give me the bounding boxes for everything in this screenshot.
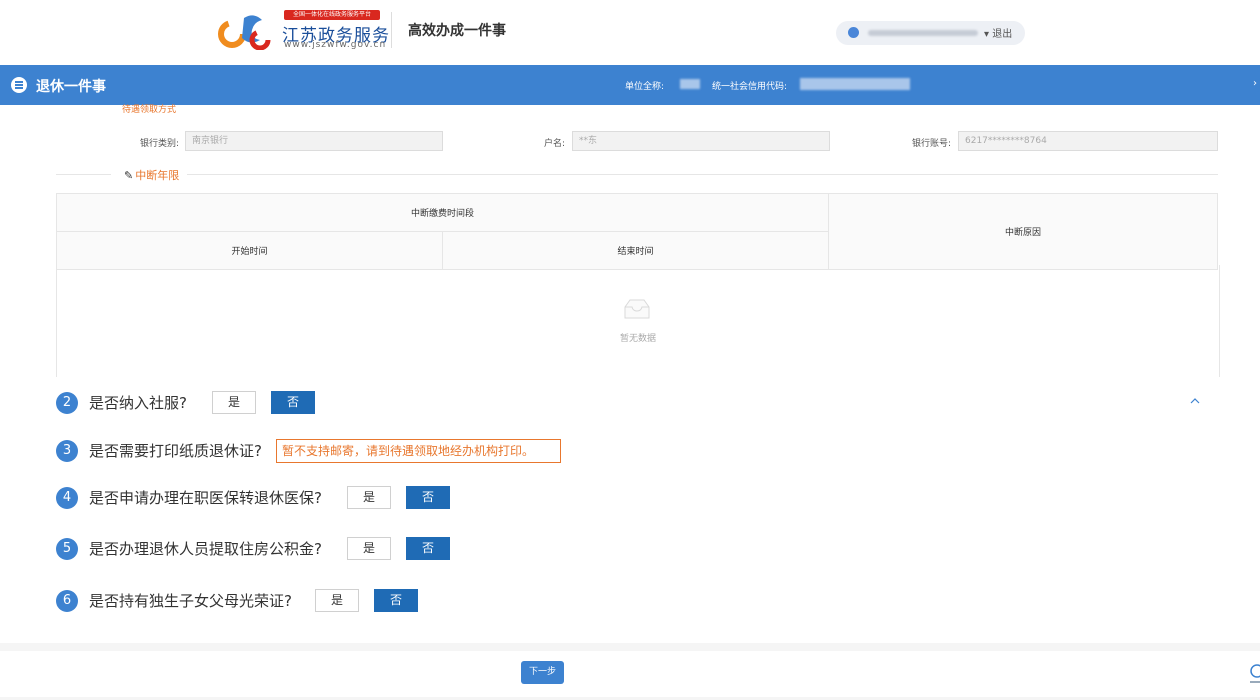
question-number: 2 xyxy=(56,392,78,414)
empty-text: 暂无数据 xyxy=(619,334,656,344)
assistant-icon[interactable] xyxy=(1248,660,1260,690)
section-divider-right xyxy=(187,174,1218,175)
account-name-input[interactable]: **东 xyxy=(572,131,830,151)
question-text: 是否办理退休人员提取住房公积金? xyxy=(89,540,322,558)
question-text: 是否纳入社服? xyxy=(89,394,187,412)
start-time-header: 开始时间 xyxy=(56,231,443,270)
notice-box: 暂不支持邮寄，请到待遇领取地经办机构打印。 xyxy=(276,439,561,463)
reason-header: 中断原因 xyxy=(828,193,1218,270)
brand-url: www.jszwfw.gov.cn xyxy=(284,40,387,50)
no-button[interactable]: 否 xyxy=(406,486,450,509)
no-button[interactable]: 否 xyxy=(374,589,418,612)
jszw-logo-icon[interactable] xyxy=(218,10,274,50)
end-time-header: 结束时间 xyxy=(442,231,829,270)
question-text: 是否申请办理在职医保转退休医保? xyxy=(89,489,322,507)
list-icon xyxy=(11,77,27,93)
page-title: 退休一件事 xyxy=(36,79,106,95)
user-icon xyxy=(848,27,859,38)
no-button[interactable]: 否 xyxy=(271,391,315,414)
yes-button[interactable]: 是 xyxy=(315,589,359,612)
account-number-input[interactable]: 6217********8764 xyxy=(958,131,1218,151)
top-header: 全国一体化在线政务服务平台 江苏政务服务 www.jszwfw.gov.cn 高… xyxy=(0,0,1260,65)
yes-button[interactable]: 是 xyxy=(347,537,391,560)
bank-type-label: 银行类别: xyxy=(140,139,180,149)
app-title: 高效办成一件事 xyxy=(408,23,506,39)
empty-state: 暂无数据 xyxy=(56,265,1220,377)
credit-code-redacted xyxy=(800,78,910,90)
form-panel: 待遇领取方式 银行类别: 南京银行 户名: **东 银行账号: 6217****… xyxy=(0,105,1260,643)
section-interrupt-label: 中断年限 xyxy=(135,169,180,182)
period-header: 中断缴费时间段 xyxy=(56,193,829,232)
header-divider xyxy=(391,12,392,48)
question-number: 6 xyxy=(56,590,78,612)
user-menu[interactable]: ▾ 退出 xyxy=(836,21,1025,45)
title-bar: 退休一件事 单位全称: 统一社会信用代码: › xyxy=(0,65,1260,105)
user-name-redacted xyxy=(868,30,978,36)
question-number: 5 xyxy=(56,538,78,560)
yes-button[interactable]: 是 xyxy=(212,391,256,414)
account-name-label: 户名: xyxy=(544,139,566,149)
interrupt-table: 中断缴费时间段 中断原因 开始时间 结束时间 xyxy=(56,193,1218,270)
inbox-icon xyxy=(624,299,650,319)
unit-name-label: 单位全称: xyxy=(625,82,665,92)
question-number: 3 xyxy=(56,440,78,462)
pencil-icon: ✎ xyxy=(124,169,134,182)
next-step-button[interactable]: 下一步 xyxy=(521,661,564,684)
question-text: 是否需要打印纸质退休证? xyxy=(89,442,262,460)
section-divider-left xyxy=(56,174,111,175)
platform-badge: 全国一体化在线政务服务平台 xyxy=(284,10,380,20)
section-interrupt-title: ✎ 中断年限 xyxy=(124,167,179,183)
question-text: 是否持有独生子女父母光荣证? xyxy=(89,592,292,610)
bar-edge-mark: › xyxy=(1253,78,1257,89)
credit-code-label: 统一社会信用代码: xyxy=(712,82,788,92)
unit-name-redacted xyxy=(680,79,700,89)
section-bank-title: 待遇领取方式 xyxy=(122,105,177,115)
no-button[interactable]: 否 xyxy=(406,537,450,560)
footer-bar: 下一步 xyxy=(0,651,1260,697)
chevron-up-icon[interactable] xyxy=(1190,396,1200,406)
question-number: 4 xyxy=(56,487,78,509)
yes-button[interactable]: 是 xyxy=(347,486,391,509)
account-number-label: 银行账号: xyxy=(912,139,952,149)
logout-link[interactable]: ▾ 退出 xyxy=(984,25,1012,40)
bank-type-input[interactable]: 南京银行 xyxy=(185,131,443,151)
